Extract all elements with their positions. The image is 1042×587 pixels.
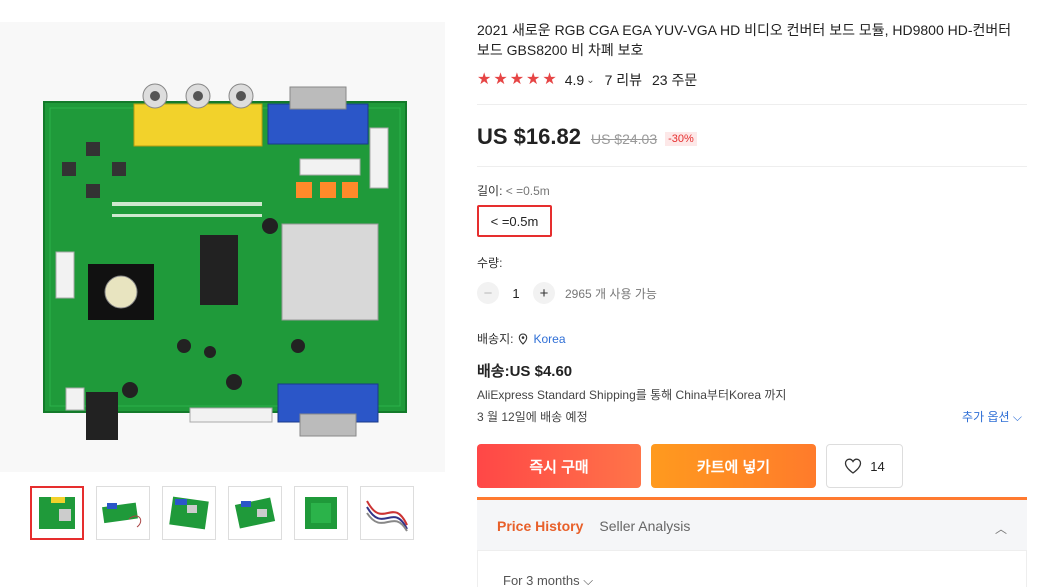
thumbnail-1[interactable] <box>30 486 84 540</box>
quantity-input[interactable]: 1 <box>499 286 533 301</box>
increase-quantity-button[interactable]: + <box>533 282 555 304</box>
more-shipping-options-link[interactable]: 추가 옵션 ⌵ <box>962 408 1022 425</box>
divider <box>477 104 1027 105</box>
shipping-price: 배송:US $4.60 <box>477 363 573 380</box>
more-options-label: 추가 옵션 <box>962 410 1010 424</box>
star-icon: ★ <box>477 71 492 88</box>
rating-row: ★ ★ ★ ★ ★ 4.9 ⌄ 7 리뷰 23 주문 <box>477 70 697 90</box>
star-icon: ★ <box>493 71 508 88</box>
ship-to-row: 배송지: Korea <box>477 330 566 347</box>
thumbnail-6[interactable] <box>360 486 414 540</box>
thumbnail-3[interactable] <box>162 486 216 540</box>
original-price: US $24.03 <box>590 131 658 147</box>
product-title: 2021 새로운 RGB CGA EGA YUV-VGA HD 비디오 컨버터 … <box>477 22 1012 58</box>
tab-seller-analysis[interactable]: Seller Analysis <box>599 518 690 534</box>
thumbnail-3-image <box>169 496 209 530</box>
delivery-estimate: 3 월 12일에 배송 예정 <box>477 410 588 424</box>
thumbnail-5[interactable] <box>294 486 348 540</box>
current-price: US $16.82 <box>477 124 581 149</box>
length-label: 길이: < =0.5m <box>477 182 550 199</box>
add-to-cart-button[interactable]: 카트에 넣기 <box>651 444 816 488</box>
thumbnail-2-image <box>102 502 142 528</box>
buy-now-button[interactable]: 즉시 구매 <box>477 444 641 488</box>
star-icon: ★ <box>526 71 541 88</box>
period-selector[interactable]: For 3 months ⌵ <box>503 573 593 587</box>
ship-to-label: 배송지: <box>477 332 514 346</box>
star-rating: ★ ★ ★ ★ ★ <box>477 72 557 88</box>
heart-icon <box>845 458 862 474</box>
thumbnail-5-image <box>305 497 337 529</box>
chevron-up-icon[interactable]: ︿ <box>995 520 1007 537</box>
price-analysis-panel: Price History Seller Analysis ︿ For 3 mo… <box>477 497 1027 587</box>
thumbnail-4[interactable] <box>228 486 282 540</box>
thumbnail-2[interactable] <box>96 486 150 540</box>
quantity-label: 수량: <box>477 256 503 270</box>
product-main-image[interactable] <box>0 22 445 472</box>
price-row: US $16.82 US $24.03 -30% <box>477 124 697 150</box>
panel-tabs: Price History Seller Analysis <box>497 518 690 534</box>
star-icon: ★ <box>542 71 557 88</box>
chevron-down-icon: ⌵ <box>583 573 594 587</box>
panel-body: For 3 months ⌵ <box>477 550 1027 587</box>
star-icon: ★ <box>509 71 525 88</box>
tab-price-history[interactable]: Price History <box>497 518 583 534</box>
thumbnail-1-image <box>39 497 75 529</box>
chevron-down-icon[interactable]: ⌄ <box>586 75 594 86</box>
rating-score[interactable]: 4.9 <box>565 72 584 88</box>
period-label: For 3 months <box>503 573 580 587</box>
circuit-board-illustration <box>0 22 445 472</box>
available-stock: 2965 개 사용 가능 <box>565 286 657 301</box>
length-selected-value: < =0.5m <box>505 184 550 198</box>
chevron-down-icon: ⌵ <box>1012 410 1022 424</box>
decrease-quantity-button[interactable]: − <box>477 282 499 304</box>
orders-count: 23 주문 <box>652 72 698 88</box>
thumbnail-4-image <box>234 497 276 529</box>
divider <box>477 166 1027 167</box>
discount-badge: -30% <box>665 132 697 146</box>
quantity-stepper: − 1 + 2965 개 사용 가능 <box>477 282 657 304</box>
location-pin-icon <box>519 332 528 345</box>
length-label-text: 길이: <box>477 184 503 198</box>
shipping-method: AliExpress Standard Shipping를 통해 China부터… <box>477 388 787 402</box>
thumbnail-6-image <box>366 500 408 532</box>
ship-to-country-link[interactable]: Korea <box>533 332 565 346</box>
wishlist-button[interactable]: 14 <box>826 444 903 488</box>
wishlist-count: 14 <box>870 458 885 474</box>
thumbnail-strip <box>30 486 414 540</box>
length-option-button[interactable]: < =0.5m <box>477 205 552 237</box>
reviews-link[interactable]: 7 리뷰 <box>605 70 642 90</box>
